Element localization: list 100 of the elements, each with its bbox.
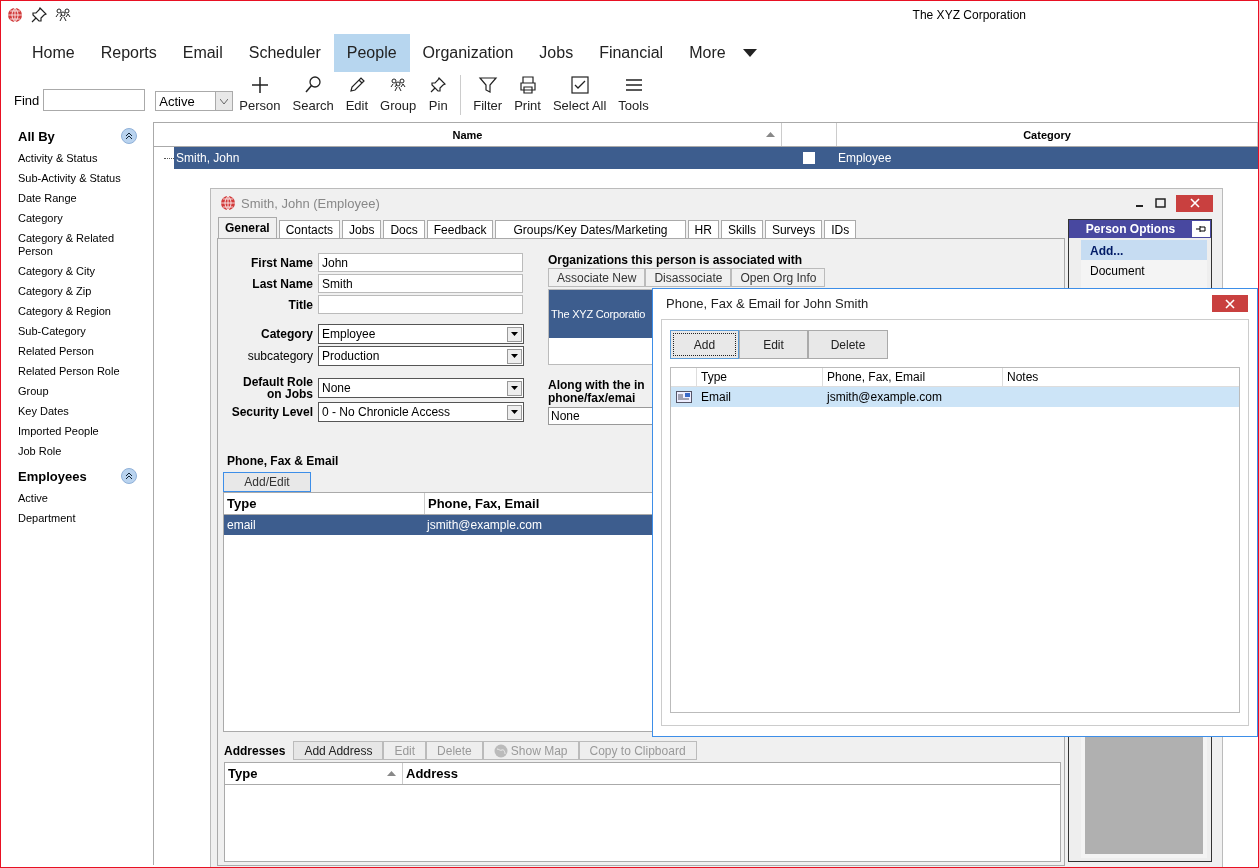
sidebar-item[interactable]: Sub-Category bbox=[1, 323, 155, 340]
action-button[interactable]: Open Org Info bbox=[731, 268, 826, 287]
column-header[interactable]: Type bbox=[224, 493, 425, 514]
tab[interactable]: General bbox=[218, 217, 277, 238]
toolbar-button[interactable]: Person bbox=[233, 75, 287, 113]
chevron-down-icon bbox=[220, 98, 229, 104]
group-icon[interactable] bbox=[55, 7, 71, 23]
option-item[interactable]: Document bbox=[1081, 260, 1207, 280]
table-row[interactable]: Smith, John Employee bbox=[174, 147, 1258, 169]
sidebar-item[interactable]: Related Person bbox=[1, 343, 155, 360]
tab[interactable]: Contacts bbox=[278, 220, 341, 238]
menu-tab[interactable]: Reports bbox=[87, 34, 170, 72]
sidebar-item[interactable]: Related Person Role bbox=[1, 363, 155, 380]
sidebar-item[interactable]: Active bbox=[1, 490, 155, 507]
dropdown[interactable]: Production bbox=[318, 346, 524, 366]
column-header[interactable]: Type bbox=[697, 368, 823, 386]
caret-icon bbox=[511, 386, 518, 390]
sidebar-item[interactable]: Category & City bbox=[1, 263, 155, 280]
section-heading: All By bbox=[18, 128, 55, 144]
sidebar-item[interactable]: Group bbox=[1, 383, 155, 400]
checkbox[interactable] bbox=[803, 152, 815, 164]
dialog-button[interactable]: Add bbox=[670, 330, 739, 359]
column-header[interactable]: Type bbox=[225, 763, 403, 784]
menu-tab[interactable]: People bbox=[333, 34, 410, 72]
tab[interactable]: Feedback bbox=[426, 220, 494, 238]
menu-tab[interactable]: Email bbox=[169, 34, 236, 72]
tab[interactable]: IDs bbox=[824, 220, 857, 238]
checkbox-icon bbox=[569, 75, 590, 95]
action-button[interactable]: Associate New bbox=[548, 268, 646, 287]
dropdown[interactable]: None bbox=[548, 407, 655, 425]
dialog-button[interactable]: Edit bbox=[739, 330, 808, 359]
menu-tab[interactable]: Financial bbox=[586, 34, 677, 72]
table-cell-text: Smith, John bbox=[175, 151, 241, 165]
action-button[interactable]: Disassociate bbox=[645, 268, 732, 287]
add-edit-button[interactable]: Add/Edit bbox=[223, 472, 311, 492]
column-header[interactable]: Phone, Fax, Email bbox=[425, 493, 540, 514]
sidebar-item[interactable]: Key Dates bbox=[1, 403, 155, 420]
field-label: Last Name bbox=[251, 277, 313, 290]
toolbar-button[interactable]: Select All bbox=[546, 75, 613, 113]
dropdown[interactable]: None bbox=[318, 378, 524, 398]
toolbar-button[interactable]: Pin bbox=[422, 75, 455, 113]
sidebar-item[interactable]: Imported People bbox=[1, 423, 155, 440]
find-label: Find bbox=[14, 93, 40, 108]
sidebar-item[interactable]: Job Role bbox=[1, 443, 155, 460]
column-header[interactable]: Phone, Fax, Email bbox=[823, 368, 1003, 386]
globe-icon bbox=[7, 7, 23, 23]
action-button[interactable]: Add Address bbox=[293, 741, 384, 760]
menu-tab[interactable]: Organization bbox=[409, 34, 527, 72]
close-button[interactable] bbox=[1212, 295, 1248, 312]
menu-tab[interactable]: Home bbox=[19, 34, 88, 72]
menu-tab[interactable]: Scheduler bbox=[235, 34, 334, 72]
sidebar-item[interactable]: Category & Zip bbox=[1, 283, 155, 300]
tab[interactable]: Groups/Key Dates/Marketing bbox=[495, 220, 686, 238]
sidebar-item[interactable]: Sub-Activity & Status bbox=[1, 170, 155, 187]
maximize-icon[interactable] bbox=[1155, 198, 1166, 208]
globe-icon bbox=[493, 743, 508, 758]
column-header[interactable]: Address bbox=[403, 763, 459, 784]
section-heading: Addresses bbox=[224, 743, 286, 758]
option-item[interactable]: Add... bbox=[1081, 240, 1207, 260]
column-header[interactable]: Notes bbox=[1003, 368, 1239, 386]
sidebar-item[interactable]: Activity & Status bbox=[1, 150, 155, 167]
toolbar-button[interactable]: Search bbox=[286, 75, 340, 113]
close-button[interactable] bbox=[1176, 194, 1213, 212]
sidebar-item[interactable]: Date Range bbox=[1, 190, 155, 207]
toolbar-button[interactable]: Edit bbox=[339, 75, 375, 113]
table-cell: Employee bbox=[838, 151, 892, 165]
tab[interactable]: Jobs bbox=[342, 220, 382, 238]
column-header[interactable]: Category bbox=[837, 123, 1258, 146]
toolbar-button[interactable]: Print bbox=[508, 75, 547, 113]
dropdown-caret-icon[interactable] bbox=[742, 49, 757, 57]
collapse-icon[interactable] bbox=[121, 468, 137, 484]
tab[interactable]: Skills bbox=[720, 220, 763, 238]
menu-tab[interactable]: Jobs bbox=[526, 34, 587, 72]
sidebar-item[interactable]: Category bbox=[1, 210, 155, 227]
toolbar-button[interactable]: Tools bbox=[612, 75, 655, 113]
tab[interactable]: HR bbox=[687, 220, 719, 238]
text-field[interactable] bbox=[318, 295, 523, 314]
pin-button[interactable] bbox=[1192, 221, 1210, 237]
dialog-button[interactable]: Delete bbox=[808, 330, 888, 359]
caret-icon bbox=[511, 410, 518, 414]
text-field[interactable]: John bbox=[318, 253, 523, 272]
toolbar-button[interactable]: Group bbox=[374, 75, 423, 113]
status-dropdown[interactable]: Active bbox=[155, 91, 234, 111]
sort-arrow-icon bbox=[766, 132, 775, 137]
menu-tab[interactable]: More bbox=[676, 34, 739, 72]
tab[interactable]: Docs bbox=[383, 220, 425, 238]
find-field[interactable] bbox=[43, 89, 146, 111]
sidebar-item[interactable]: Category & Related Person bbox=[1, 230, 155, 260]
caret-icon bbox=[511, 332, 518, 336]
text-field[interactable]: Smith bbox=[318, 274, 523, 293]
table-row[interactable]: Email jsmith@example.com bbox=[671, 387, 1239, 407]
collapse-icon[interactable] bbox=[121, 128, 137, 144]
sidebar-item[interactable]: Department bbox=[1, 510, 155, 527]
tab[interactable]: Surveys bbox=[764, 220, 823, 238]
toolbar-button[interactable]: Filter bbox=[467, 75, 509, 113]
sidebar-item[interactable]: Category & Region bbox=[1, 303, 155, 320]
dropdown[interactable]: Employee bbox=[318, 324, 524, 344]
column-header[interactable]: Name bbox=[154, 123, 782, 146]
pin-icon[interactable] bbox=[31, 7, 47, 23]
dropdown[interactable]: 0 - No Chronicle Access bbox=[318, 402, 524, 422]
